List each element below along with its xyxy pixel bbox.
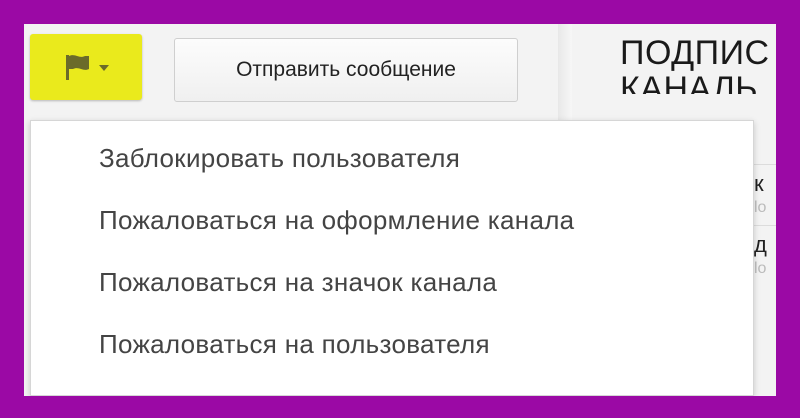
flag-dropdown-button[interactable] (30, 34, 142, 100)
table-cell-sub: lo (754, 260, 767, 277)
table-cell-heading: д (754, 232, 767, 257)
flag-dropdown-menu: Заблокировать пользователя Пожаловаться … (30, 120, 754, 396)
page-title-line-1: ПОДПИС (620, 34, 770, 72)
table-cell-heading: к (754, 171, 764, 196)
page-title: ПОДПИС КАНАЛЬ (620, 36, 776, 94)
flag-icon (63, 53, 93, 81)
send-message-button[interactable]: Отправить сообщение (174, 38, 518, 102)
screenshot-frame: ПОДПИС КАНАЛЬ к lo д lo Отправить сообще… (24, 24, 776, 396)
table-row: к lo (752, 164, 776, 225)
page-title-line-2: КАНАЛЬ (620, 72, 759, 94)
chevron-down-icon (99, 65, 109, 71)
menu-item-report-channel-art[interactable]: Пожаловаться на оформление канала (99, 205, 574, 236)
menu-item-report-user[interactable]: Пожаловаться на пользователя (99, 329, 490, 360)
menu-item-report-channel-icon[interactable]: Пожаловаться на значок канала (99, 267, 497, 298)
table-cell-sub: lo (754, 199, 767, 216)
menu-item-block-user[interactable]: Заблокировать пользователя (99, 143, 460, 174)
table-row: д lo (752, 225, 776, 286)
side-table: к lo д lo (752, 164, 776, 286)
